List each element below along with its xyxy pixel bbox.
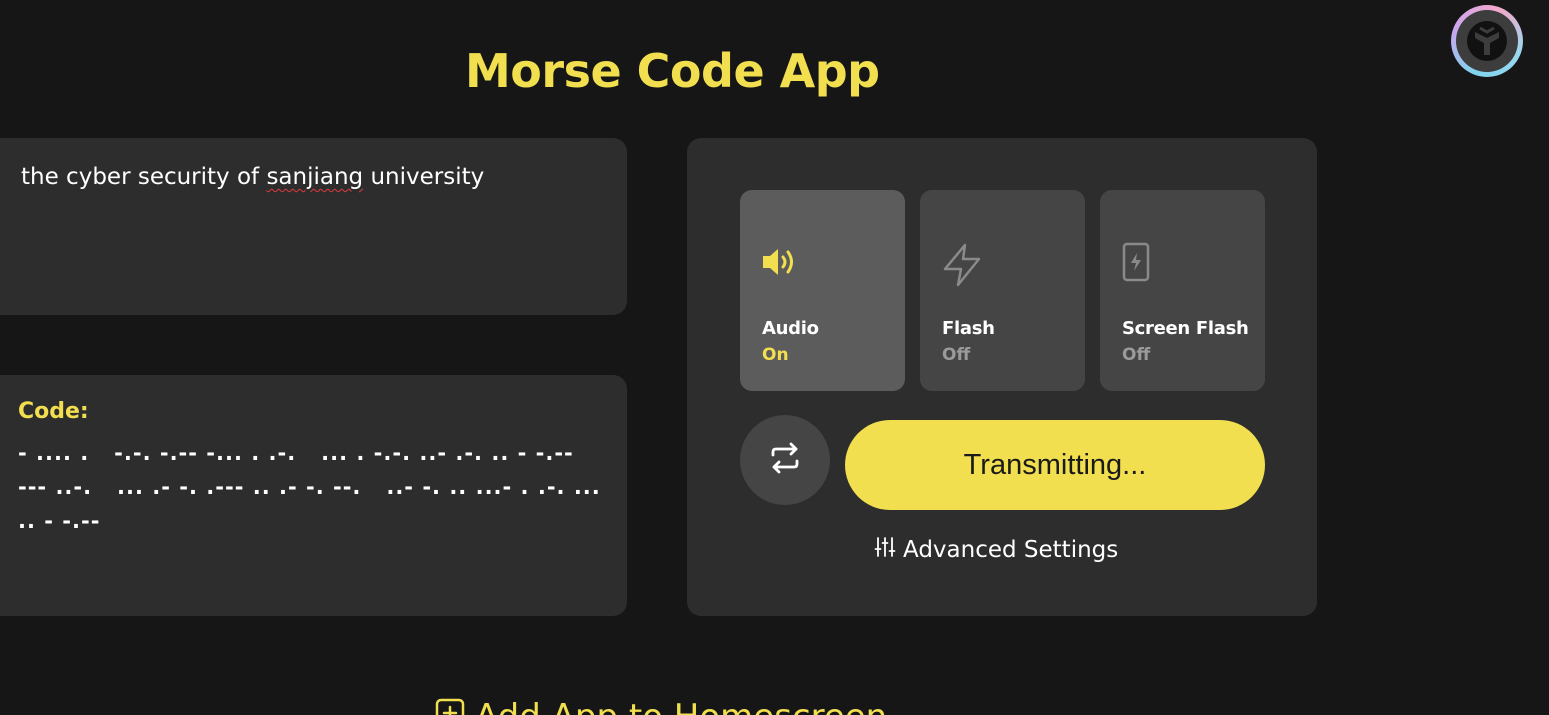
sliders-icon (874, 536, 896, 564)
mode-flash-toggle[interactable]: Flash Off (920, 190, 1085, 391)
mode-audio-status: On (762, 345, 789, 365)
morse-code-output: - .... . -.-. -.-- -... . .-. ... . -.-.… (18, 441, 610, 533)
misspelled-word: sanjiang (266, 164, 364, 190)
advanced-settings-link[interactable]: Advanced Settings (874, 536, 1118, 564)
text-input-value[interactable]: the cyber security of sanjiang universit… (21, 164, 484, 190)
mode-screen-flash-label: Screen Flash (1122, 318, 1249, 339)
mode-audio-label: Audio (762, 318, 819, 339)
repeat-button[interactable] (740, 415, 830, 505)
mode-screen-flash-status: Off (1122, 345, 1151, 365)
plus-square-icon (435, 697, 465, 715)
code-label: Code: (18, 399, 89, 424)
add-app-label: Add App to Homescreen (475, 697, 887, 715)
lightning-icon (940, 242, 984, 292)
speaker-icon (760, 242, 800, 286)
input-text-before: the cyber security of (21, 164, 267, 190)
mode-flash-status: Off (942, 345, 971, 365)
add-app-to-homescreen-button[interactable]: Add App to Homescreen (435, 697, 887, 715)
mode-flash-label: Flash (942, 318, 995, 339)
transmit-button[interactable]: Transmitting... (845, 420, 1265, 510)
page-title: Morse Code App (465, 44, 880, 98)
advanced-settings-label: Advanced Settings (903, 537, 1119, 563)
mode-screen-flash-toggle[interactable]: Screen Flash Off (1100, 190, 1265, 391)
user-avatar[interactable] (1451, 5, 1523, 77)
repeat-icon (768, 441, 802, 479)
logo-icon (1456, 10, 1518, 72)
phone-flash-icon (1120, 242, 1156, 286)
mode-audio-toggle[interactable]: Audio On (740, 190, 905, 391)
morse-code-page: Morse Code App the cyber security of san… (0, 0, 1549, 715)
input-text-after: university (363, 164, 485, 190)
